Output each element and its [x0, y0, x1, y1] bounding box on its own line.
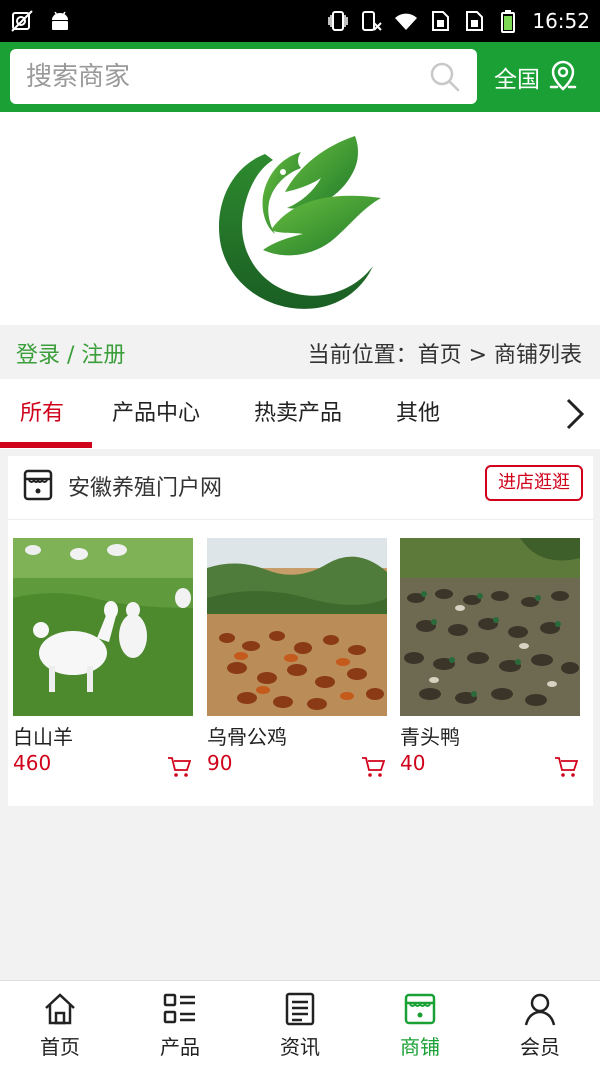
sim1-icon: [432, 11, 450, 31]
product-image-duck[interactable]: [400, 538, 580, 716]
location-pin-icon: [549, 60, 577, 91]
breadcrumb: 当前位置：首页 > 商铺列表: [307, 343, 582, 368]
tab-other[interactable]: 其他: [396, 379, 440, 449]
store-icon: [23, 469, 53, 501]
nav-label: 首页: [40, 1035, 80, 1059]
product-price: 40: [400, 751, 426, 775]
tab-product-center[interactable]: 产品中心: [112, 379, 200, 449]
clock: 16:52: [532, 9, 590, 33]
news-icon: [285, 992, 315, 1026]
product-list-icon: [163, 993, 195, 1024]
nav-stores[interactable]: 商铺: [360, 981, 480, 1067]
nav-news[interactable]: 资讯: [240, 981, 360, 1067]
tab-all[interactable]: 所有: [20, 379, 64, 449]
site-logo: [218, 136, 381, 309]
logo-banner: [0, 112, 600, 325]
nav-member[interactable]: 会员: [480, 981, 600, 1067]
vibrate-icon: [328, 11, 349, 31]
category-tabs: 所有 产品中心 热卖产品 其他: [0, 379, 600, 449]
member-icon: [524, 993, 556, 1026]
status-bar: 16:52: [0, 0, 600, 42]
shop-card: 安徽养殖门户网 进店逛逛 白山羊 460 乌骨公鸡 90 青头鸭 40: [8, 456, 593, 806]
android-icon: [52, 11, 68, 30]
product-image-goat[interactable]: [13, 538, 193, 716]
wifi-icon: [395, 13, 418, 30]
home-icon: [45, 993, 75, 1025]
nav-home[interactable]: 首页: [0, 981, 120, 1067]
no-sim-icon: [11, 10, 33, 32]
nav-label: 商铺: [400, 1035, 440, 1059]
product-image-chicken[interactable]: [207, 538, 387, 716]
product-card[interactable]: 青头鸭 40: [400, 538, 580, 778]
chevron-right-icon[interactable]: [562, 397, 588, 431]
login-register-link[interactable]: 登录 / 注册: [16, 337, 125, 369]
active-tab-indicator: [0, 442, 92, 448]
search-input[interactable]: [26, 49, 426, 104]
cart-icon[interactable]: [361, 756, 385, 778]
product-name: 青头鸭: [400, 725, 460, 749]
region-label: 全国: [494, 67, 540, 93]
cart-icon[interactable]: [554, 756, 578, 778]
nav-products[interactable]: 产品: [120, 981, 240, 1067]
region-selector[interactable]: 全国: [494, 42, 578, 112]
product-card[interactable]: 乌骨公鸡 90: [207, 538, 387, 778]
shop-header: 安徽养殖门户网 进店逛逛: [8, 456, 593, 520]
bottom-nav: 首页 产品 资讯 商铺 会员: [0, 980, 600, 1067]
header: 全国: [0, 42, 600, 112]
nav-label: 产品: [160, 1035, 200, 1059]
phone-wifi-icon: [362, 11, 383, 31]
store-icon: [404, 993, 436, 1025]
shop-name: 安徽养殖门户网: [68, 476, 223, 501]
product-price: 460: [13, 751, 52, 775]
sim2-icon: [466, 11, 484, 31]
breadcrumb-bar: 登录 / 注册 当前位置：首页 > 商铺列表: [0, 325, 600, 379]
product-name: 白山羊: [13, 725, 73, 749]
search-icon[interactable]: [429, 61, 461, 93]
nav-label: 会员: [520, 1035, 560, 1059]
nav-label: 资讯: [280, 1035, 320, 1059]
search-box[interactable]: [10, 49, 477, 104]
battery-icon: [501, 10, 516, 33]
product-card[interactable]: 白山羊 460: [13, 538, 193, 778]
tab-hot-products[interactable]: 热卖产品: [254, 379, 342, 449]
cart-icon[interactable]: [167, 756, 191, 778]
visit-shop-button[interactable]: 进店逛逛: [485, 465, 583, 501]
product-price: 90: [207, 751, 233, 775]
product-name: 乌骨公鸡: [207, 725, 287, 749]
